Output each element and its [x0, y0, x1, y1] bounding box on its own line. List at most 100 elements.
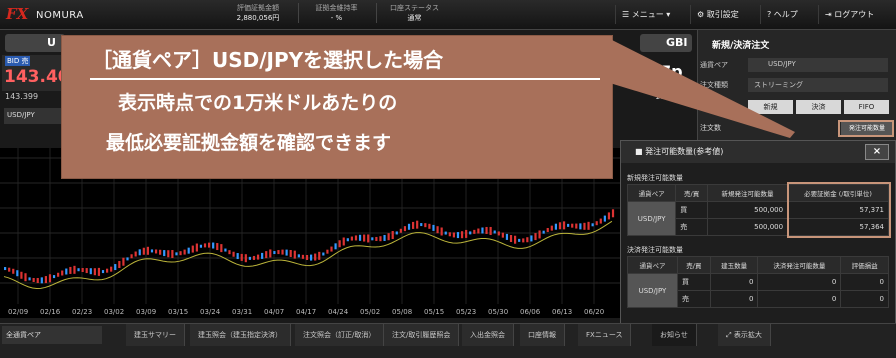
candle: [481, 227, 484, 234]
candle: [16, 270, 19, 277]
tab-account[interactable]: 口座情報: [520, 324, 565, 346]
candle: [599, 218, 602, 224]
tab-history[interactable]: 注文/取引履歴照会: [384, 324, 460, 346]
candle: [244, 254, 247, 263]
candle: [383, 234, 386, 241]
candle: [403, 226, 407, 232]
tab-order-inquiry[interactable]: 注文照会（訂正/取消）: [295, 324, 385, 346]
candle: [212, 242, 215, 249]
candle: [232, 251, 235, 257]
candle: [432, 224, 435, 231]
tab-settle[interactable]: 決済: [796, 100, 841, 114]
new-section-label: 新規発注可能数量: [627, 174, 683, 182]
expand-icon: ⤢: [726, 331, 734, 339]
pair-filter-select[interactable]: 全通貨ペア: [2, 326, 102, 344]
candle: [52, 275, 56, 279]
candle: [12, 268, 15, 274]
candle: [562, 221, 566, 230]
tab-notice[interactable]: お知らせ: [652, 324, 697, 346]
candle: [318, 251, 321, 260]
candle: [203, 243, 207, 248]
candle: [146, 246, 149, 255]
x-tick-label: 05/15: [424, 308, 444, 316]
candle: [36, 278, 39, 284]
candle: [195, 243, 198, 252]
pair-tab-usd[interactable]: U: [5, 34, 65, 52]
candle: [501, 232, 504, 238]
candle: [314, 253, 317, 261]
candle: [363, 234, 366, 242]
tab-fifo[interactable]: FIFO: [844, 100, 889, 114]
candle: [159, 249, 162, 255]
candle: [240, 253, 243, 261]
candle: [587, 221, 590, 230]
candle: [305, 254, 309, 260]
candle: [101, 270, 105, 274]
help-button[interactable]: ? ヘルプ: [760, 5, 804, 24]
menu-icon: ☰: [622, 10, 632, 19]
candle: [256, 254, 260, 260]
candle: [505, 233, 509, 240]
candle: [420, 223, 423, 227]
menu-button[interactable]: ☰ メニュー ▾: [615, 5, 676, 24]
trade-settings-button[interactable]: ⚙ 取引設定: [690, 5, 745, 24]
candle: [199, 244, 203, 248]
candle: [65, 268, 68, 275]
candle: [518, 238, 521, 242]
candle: [277, 250, 280, 255]
candle: [61, 270, 64, 276]
candle: [330, 246, 333, 252]
tab-position-inquiry[interactable]: 建玉照会（建玉指定決済）: [190, 324, 291, 346]
expand-view-button[interactable]: ⤢ 表示拡大: [718, 324, 771, 346]
chart-pair-select[interactable]: USD/JPY: [4, 108, 68, 124]
table-row: USD/JPY 買 0 0 0: [627, 273, 889, 308]
dialog-close-button[interactable]: ×: [865, 144, 889, 160]
x-tick-label: 03/24: [200, 308, 221, 316]
logout-button[interactable]: ⇥ ログアウト: [818, 5, 880, 24]
tab-deposit[interactable]: 入出金照会: [462, 324, 514, 346]
tab-position-summary[interactable]: 建玉サマリー: [126, 324, 185, 346]
candle: [163, 250, 166, 257]
candle: [526, 237, 529, 243]
candle: [497, 231, 500, 236]
tab-fx-news[interactable]: FXニュース: [578, 324, 632, 346]
x-tick-label: 02/23: [72, 308, 92, 316]
moving-average-line: [3, 220, 613, 290]
candle: [122, 257, 125, 266]
button-highlight: [838, 120, 894, 137]
x-tick-label: 03/15: [168, 308, 188, 316]
candle: [465, 229, 468, 238]
candle: [261, 252, 264, 259]
candle: [73, 265, 76, 274]
candle: [611, 209, 615, 218]
candle: [69, 266, 72, 274]
x-tick-label: 05/30: [488, 308, 508, 316]
candle: [583, 222, 586, 230]
candle: [326, 249, 329, 254]
candle: [469, 231, 472, 235]
candle: [8, 267, 11, 272]
x-tick-label: 06/13: [552, 308, 572, 316]
candle: [216, 243, 219, 251]
candle: [77, 268, 80, 272]
candle: [167, 250, 170, 258]
bid-box[interactable]: BID 売 143.40: [2, 55, 70, 91]
candle: [281, 249, 284, 255]
callout-pointer: [600, 40, 795, 138]
candle: [522, 238, 525, 243]
x-tick-label: 06/20: [584, 308, 604, 316]
stat-margin-ratio: 証拠金維持率 - %: [298, 3, 374, 23]
logo-fx: FX: [6, 5, 29, 23]
candle: [579, 223, 582, 230]
candle: [358, 234, 362, 241]
candle: [48, 274, 52, 283]
callout-line2: 表示時点での1万米ドルあたりの: [118, 92, 398, 114]
candle: [285, 249, 288, 256]
candle: [546, 228, 549, 233]
candle: [395, 231, 398, 235]
x-tick-label: 05/02: [360, 308, 380, 316]
candle: [224, 248, 227, 252]
candle: [44, 276, 47, 284]
candle: [407, 223, 411, 230]
candle: [595, 221, 598, 226]
